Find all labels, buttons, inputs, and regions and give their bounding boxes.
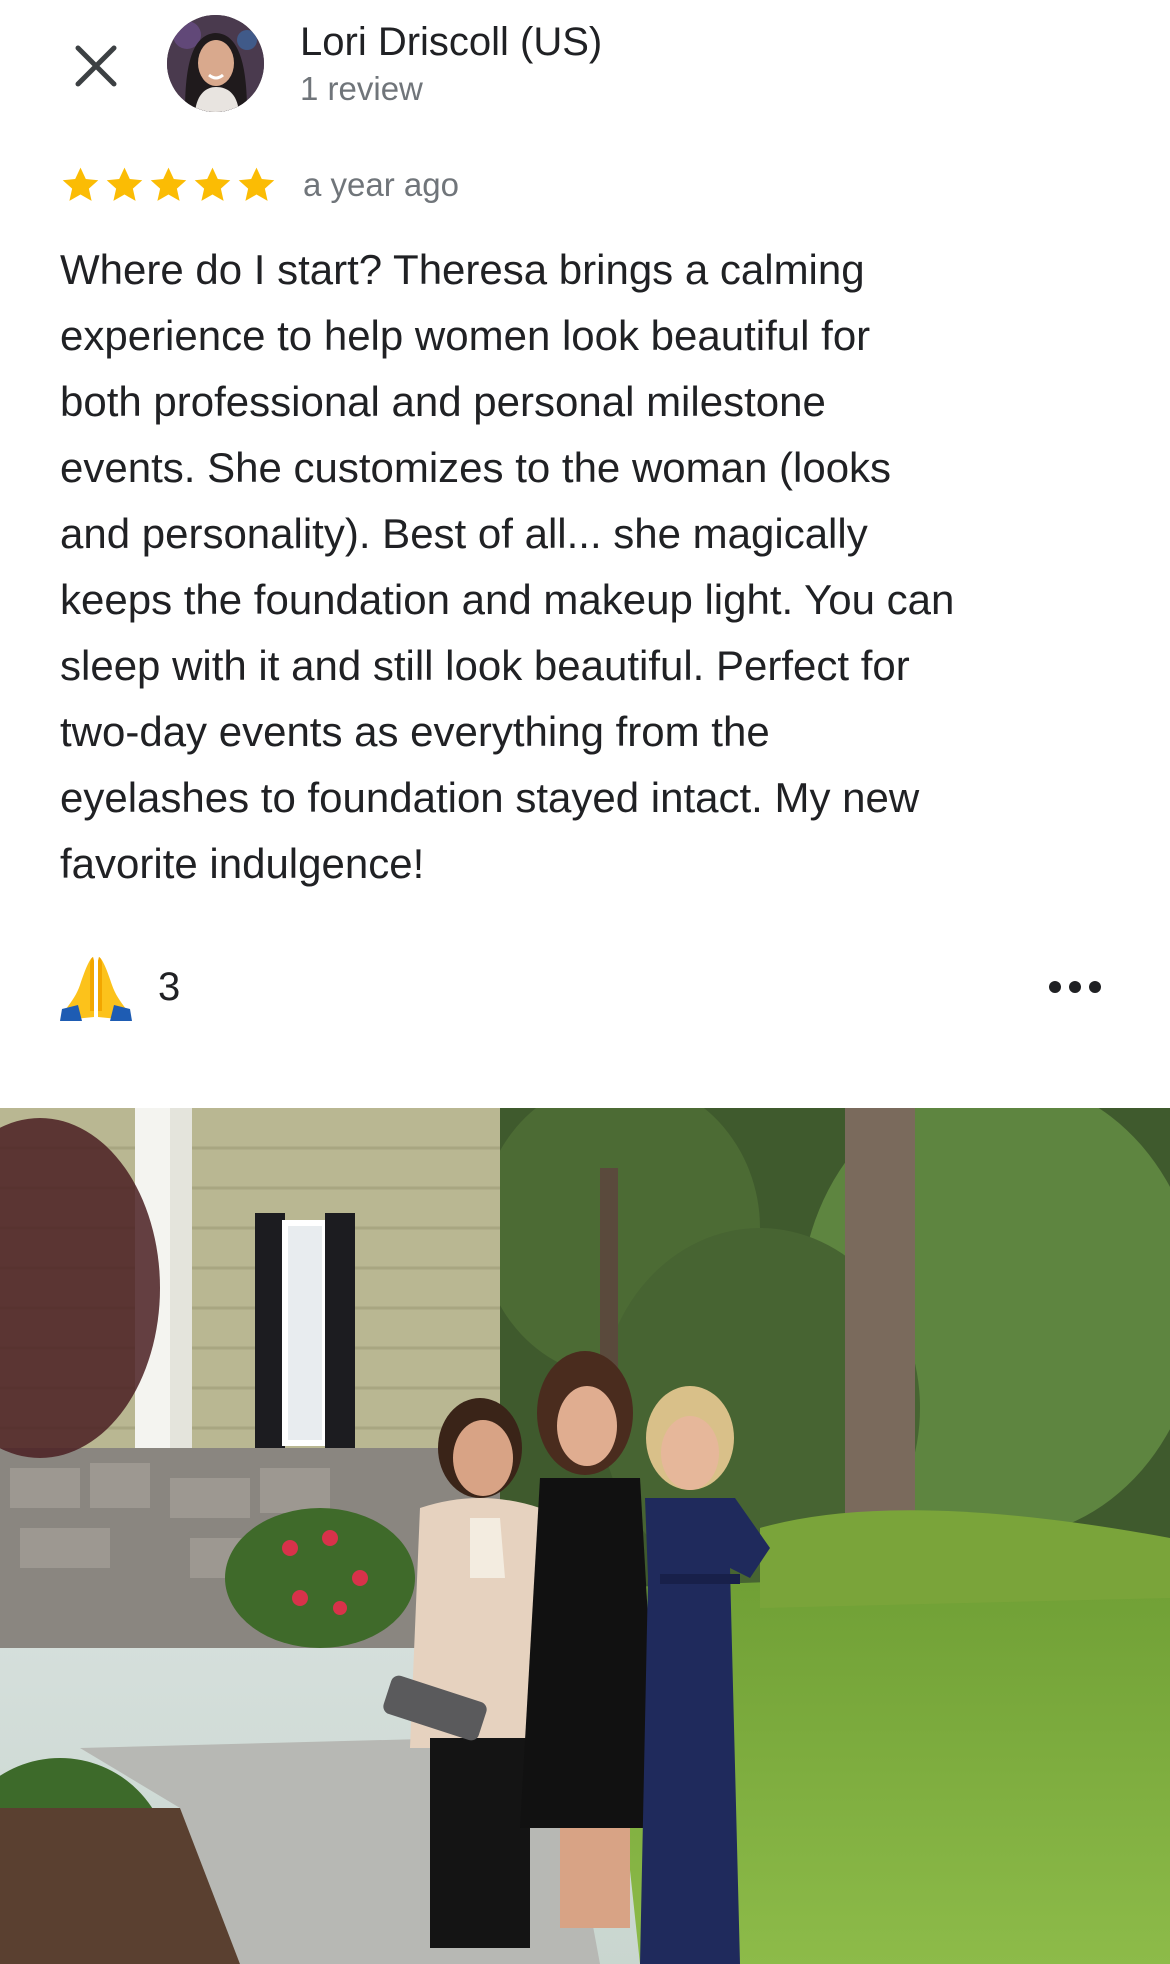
star-icon [194, 167, 231, 201]
more-options-button[interactable] [1040, 965, 1110, 1009]
avatar[interactable] [167, 15, 264, 112]
star-icon [106, 167, 143, 201]
review-photo-image [0, 1108, 1170, 1964]
reviewer-name[interactable]: Lori Driscoll (US) [300, 20, 602, 65]
review-text: Where do I start? Theresa brings a calmi… [60, 246, 955, 887]
review-header: Lori Driscoll (US) 1 review [0, 0, 1170, 130]
reviewer-review-count: 1 review [300, 70, 423, 107]
reaction-button[interactable] [60, 949, 132, 1026]
reaction-count: 3 [158, 965, 181, 1009]
star-icon [62, 167, 99, 201]
close-button[interactable] [68, 38, 124, 94]
review-photo[interactable] [0, 1108, 1170, 1964]
star-icon [238, 167, 275, 201]
more-horizontal-icon [1049, 981, 1101, 993]
reaction-row: 3 [60, 950, 180, 1025]
close-icon [75, 45, 117, 87]
star-icon [150, 167, 187, 201]
star-rating [60, 165, 277, 206]
folded-hands-icon [60, 957, 132, 1021]
rating-row: a year ago [60, 160, 459, 210]
review-time: a year ago [303, 166, 459, 203]
